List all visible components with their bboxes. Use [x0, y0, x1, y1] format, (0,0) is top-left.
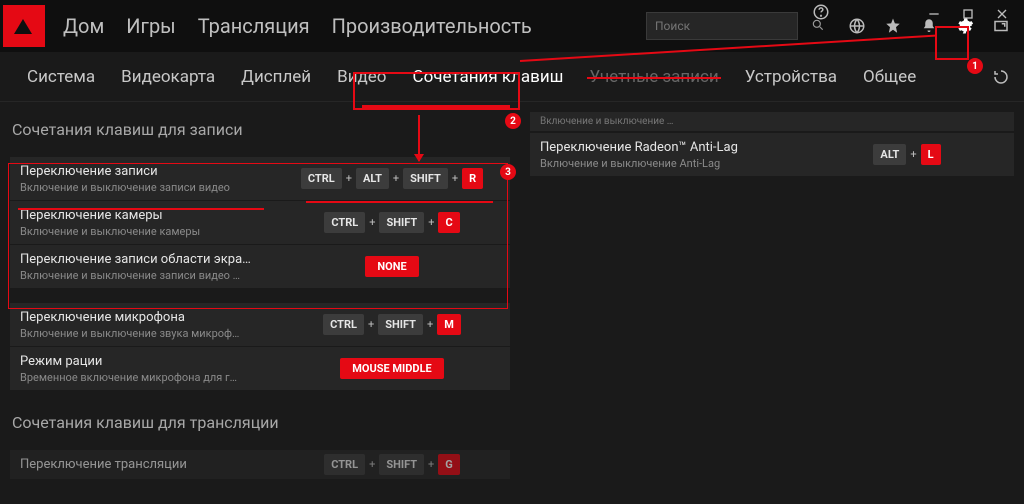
subnav-general[interactable]: Общее: [850, 52, 929, 102]
section-title-record: Сочетания клавиш для записи: [12, 120, 510, 139]
row-desc: Включение и выключение звука микроф…: [20, 327, 264, 340]
annotation-badge-3: 3: [500, 164, 516, 180]
search-input[interactable]: [655, 19, 811, 33]
annotation-tab-underline: [362, 105, 510, 108]
left-column: Сочетания клавиш для записи Переключение…: [10, 120, 510, 480]
row-title: Переключение трансляции: [20, 457, 264, 472]
window-controls: [926, 6, 1024, 22]
subnav-accounts-label: Учетные записи: [589, 67, 718, 87]
key: CTRL: [324, 212, 365, 233]
help-icon[interactable]: [812, 3, 830, 21]
hotkey-row-antilag[interactable]: Переключение Radeon™ Anti-Lag Включение …: [530, 133, 1014, 177]
annotation-arrow: [418, 115, 420, 161]
row-title: Переключение записи области экра…: [20, 252, 264, 267]
key: CTRL: [301, 168, 342, 189]
row-desc: Включение и выключение записи видео: [20, 181, 264, 194]
nav-games[interactable]: Игры: [126, 14, 175, 38]
key-final: L: [921, 144, 941, 165]
annotation-row-underline-right: [306, 201, 493, 203]
row-title: Режим рации: [20, 354, 264, 369]
key: CTRL: [324, 454, 365, 475]
annotation-badge-1: 1: [967, 58, 983, 74]
row-keys[interactable]: NONE: [274, 256, 510, 277]
key: ALT: [873, 144, 906, 165]
row-title: Переключение записи: [20, 164, 264, 179]
close-icon[interactable]: [994, 6, 1010, 22]
settings-subnav: Система Видеокарта Дисплей Видео Сочетан…: [0, 52, 1024, 102]
row-desc: Включение и выключение записи видео …: [20, 269, 264, 282]
row-title: Переключение микрофона: [20, 310, 264, 325]
subnav-gpu[interactable]: Видеокарта: [108, 52, 228, 102]
globe-icon[interactable]: [848, 17, 866, 35]
minimize-icon[interactable]: [926, 6, 942, 22]
hotkey-row-stream-toggle[interactable]: Переключение трансляции CTRL+ SHIFT+ G: [10, 450, 510, 480]
key-final: C: [438, 212, 459, 233]
titlebar: Дом Игры Трансляция Производительность: [0, 0, 1024, 52]
nav-stream[interactable]: Трансляция: [198, 14, 310, 38]
key-final: G: [438, 454, 460, 475]
content: Сочетания клавиш для записи Переключение…: [0, 102, 1024, 480]
nav-home[interactable]: Дом: [63, 14, 104, 38]
key: ALT: [356, 168, 389, 189]
right-column: Включение и выключение … Переключение Ra…: [530, 112, 1014, 480]
key-final: M: [437, 314, 461, 335]
row-keys[interactable]: ALT+ L: [830, 144, 1014, 165]
key-none: MOUSE MIDDLE: [340, 358, 443, 379]
key: SHIFT: [378, 314, 423, 335]
key: SHIFT: [403, 168, 448, 189]
amd-logo: [3, 5, 45, 47]
maximize-icon[interactable]: [960, 6, 976, 22]
subnav-devices[interactable]: Устройства: [732, 52, 850, 102]
nav-performance[interactable]: Производительность: [332, 14, 532, 38]
annotation-row-underline-left: [18, 208, 264, 210]
hotkey-row-mic-toggle[interactable]: Переключение микрофона Включение и выклю…: [10, 303, 510, 347]
row-desc: Включение и выключение Anti-Lag: [540, 157, 820, 170]
subnav-video[interactable]: Видео: [324, 52, 399, 102]
key: CTRL: [323, 314, 364, 335]
hotkey-row-region-record[interactable]: Переключение записи области экра… Включе…: [10, 245, 510, 289]
section-title-stream: Сочетания клавиш для трансляции: [12, 413, 510, 432]
row-keys[interactable]: CTRL+ ALT+ SHIFT+ R: [274, 168, 510, 189]
subnav-system[interactable]: Система: [14, 52, 108, 102]
row-desc: Включение и выключение камеры: [20, 225, 264, 238]
row-keys[interactable]: CTRL+ SHIFT+ M: [274, 314, 510, 335]
subnav-accounts[interactable]: Учетные записи: [576, 52, 731, 102]
key: SHIFT: [379, 212, 424, 233]
undo-icon[interactable]: [992, 68, 1010, 86]
star-icon[interactable]: [884, 17, 902, 35]
row-keys[interactable]: MOUSE MIDDLE: [274, 358, 510, 379]
search-box[interactable]: [646, 12, 798, 40]
annotation-badge-2: 2: [505, 113, 521, 129]
hotkey-row-ptt[interactable]: Режим рации Временное включение микрофон…: [10, 347, 510, 391]
row-keys[interactable]: CTRL+ SHIFT+ C: [274, 212, 510, 233]
row-title: Переключение Radeon™ Anti-Lag: [540, 140, 820, 155]
key-none: NONE: [365, 256, 418, 277]
key: SHIFT: [379, 454, 424, 475]
amd-logo-triangle: [14, 19, 32, 34]
hotkey-row-record-toggle[interactable]: Переключение записи Включение и выключен…: [10, 157, 510, 201]
right-stub-row: Включение и выключение …: [530, 112, 1014, 132]
row-desc: Временное включение микрофона для г…: [20, 371, 264, 384]
subnav-display[interactable]: Дисплей: [228, 52, 324, 102]
main-nav: Дом Игры Трансляция Производительность: [63, 14, 532, 38]
key-final: R: [462, 168, 483, 189]
right-stub-text: Включение и выключение …: [540, 116, 673, 127]
row-keys[interactable]: CTRL+ SHIFT+ G: [274, 454, 510, 475]
